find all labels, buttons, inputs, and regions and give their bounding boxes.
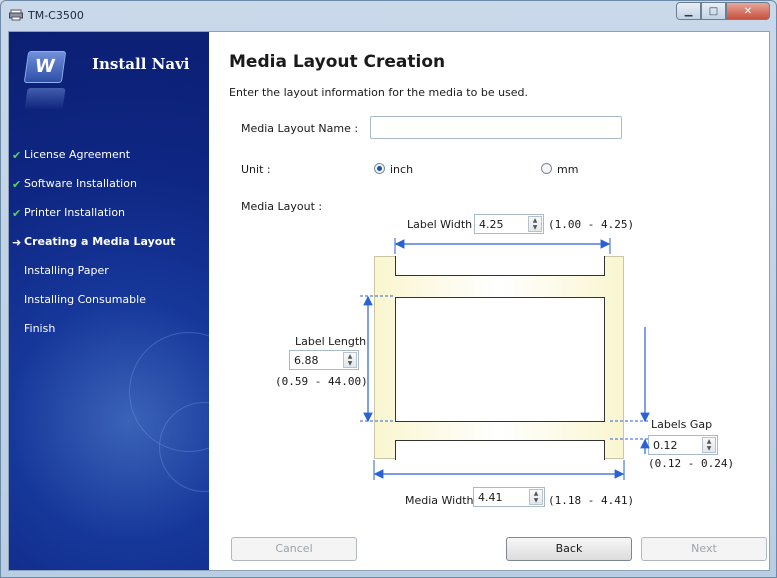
media-layout-diagram	[374, 256, 624, 460]
label-length-range: (0.59 - 44.00)	[275, 375, 368, 388]
main-panel: Media Layout Creation Enter the layout i…	[209, 32, 769, 570]
page-description: Enter the layout information for the med…	[229, 86, 529, 99]
caption-buttons: ▁ □ ✕	[676, 2, 770, 21]
spinner-up-down-icon[interactable]: ▲ ▼	[702, 437, 716, 453]
brand-title: Install Navi	[92, 55, 190, 73]
maximize-button[interactable]: □	[701, 2, 726, 20]
step-installing-paper: Installing Paper	[9, 264, 209, 293]
unit-inch-radio[interactable]	[374, 163, 385, 174]
label-length-value[interactable]: 6.88	[294, 354, 319, 367]
label-width-value[interactable]: 4.25	[479, 218, 504, 231]
step-label: Software Installation	[24, 177, 137, 190]
installer-window: TM-C3500 ▁ □ ✕ W Install Navi ✔ License A…	[0, 0, 777, 578]
close-button[interactable]: ✕	[726, 2, 770, 20]
step-printer-installation: ✔ Printer Installation	[9, 206, 209, 235]
minimize-icon: ▁	[684, 5, 693, 17]
spinner-up-down-icon[interactable]: ▲ ▼	[528, 216, 542, 232]
labels-gap-value[interactable]: 0.12	[653, 439, 678, 452]
media-width-spinner[interactable]: 4.41 ▲ ▼	[473, 487, 545, 507]
labels-gap-label: Labels Gap	[651, 418, 713, 431]
sidebar: W Install Navi ✔ License Agreement ✔ Softw…	[9, 32, 249, 570]
app-printer-icon	[9, 9, 23, 21]
labels-gap-spinner[interactable]: 0.12 ▲ ▼	[648, 435, 718, 455]
unit-label: Unit :	[241, 163, 271, 176]
unit-mm-label[interactable]: mm	[557, 163, 578, 176]
next-button[interactable]: Next	[641, 537, 767, 561]
step-label: Creating a Media Layout	[24, 235, 176, 248]
label-top-partial	[395, 256, 605, 276]
unit-mm-radio[interactable]	[541, 163, 552, 174]
labels-gap-range: (0.12 - 0.24)	[648, 457, 735, 470]
client-area: W Install Navi ✔ License Agreement ✔ Softw…	[8, 31, 770, 571]
logo-reflection	[24, 88, 66, 110]
install-navi-logo: W	[23, 51, 67, 83]
step-label: Installing Consumable	[24, 293, 146, 306]
check-icon: ✔	[12, 207, 22, 220]
label-width-spinner[interactable]: 4.25 ▲ ▼	[474, 214, 544, 234]
check-icon: ✔	[12, 149, 22, 162]
step-license-agreement: ✔ License Agreement	[9, 148, 209, 177]
unit-inch-label[interactable]: inch	[390, 163, 413, 176]
step-finish: Finish	[9, 322, 209, 351]
spinner-up-down-icon[interactable]: ▲ ▼	[529, 489, 543, 505]
step-software-installation: ✔ Software Installation	[9, 177, 209, 206]
media-width-label: Media Width	[405, 494, 474, 507]
step-creating-media-layout: ➜ Creating a Media Layout	[9, 235, 209, 264]
media-width-range: (1.18 - 4.41)	[548, 494, 635, 507]
back-button[interactable]: Back	[506, 537, 632, 561]
label-length-spinner[interactable]: 6.88 ▲ ▼	[289, 350, 359, 370]
label-main	[395, 297, 605, 422]
spinner-up-down-icon[interactable]: ▲ ▼	[343, 352, 357, 368]
minimize-button[interactable]: ▁	[676, 2, 701, 20]
media-layout-label: Media Layout :	[241, 200, 323, 213]
step-label: Installing Paper	[24, 264, 109, 277]
current-step-arrow-icon: ➜	[12, 236, 22, 249]
step-label: Finish	[24, 322, 56, 335]
page-title: Media Layout Creation	[229, 52, 446, 72]
label-length-label: Label Length	[295, 335, 367, 348]
label-bottom-partial	[395, 440, 605, 460]
step-label: License Agreement	[24, 148, 131, 161]
maximize-icon: □	[708, 5, 719, 17]
layout-name-label: Media Layout Name :	[241, 122, 359, 135]
cancel-button[interactable]: Cancel	[231, 537, 357, 561]
media-width-value[interactable]: 4.41	[478, 491, 503, 504]
step-installing-consumable: Installing Consumable	[9, 293, 209, 322]
step-label: Printer Installation	[24, 206, 126, 219]
close-icon: ✕	[743, 5, 753, 17]
step-list: ✔ License Agreement ✔ Software Installatio…	[9, 148, 209, 351]
window-title: TM-C3500	[28, 9, 84, 22]
media-layout-name-input[interactable]	[370, 116, 622, 139]
check-icon: ✔	[12, 178, 22, 191]
label-width-range: (1.00 - 4.25)	[548, 218, 635, 231]
label-width-label: Label Width	[407, 218, 473, 231]
title-bar[interactable]: TM-C3500 ▁ □ ✕	[1, 1, 776, 29]
